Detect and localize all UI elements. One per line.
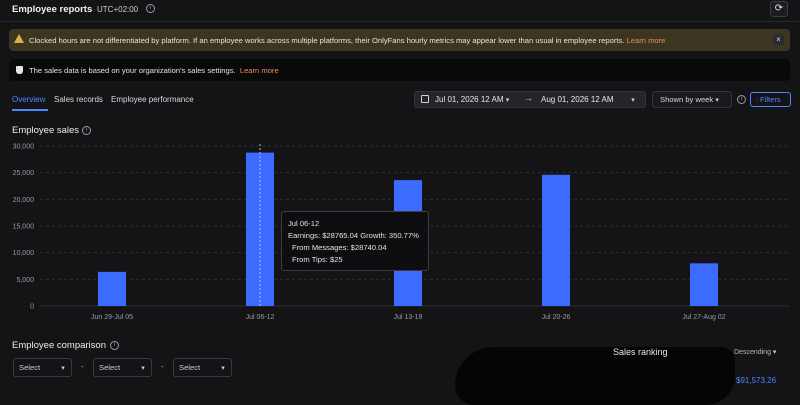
y-tick-label: 5,000 <box>16 277 34 284</box>
employee-select-3-value: Select ▾ <box>179 363 225 372</box>
employee-select-1-label: Select <box>19 363 41 372</box>
refresh-icon: ⟳ <box>774 3 784 14</box>
chart-bar[interactable] <box>542 174 570 306</box>
info-text: The sales data is based on your organiza… <box>29 66 279 75</box>
date-from-value: Jul 01, 2026 12 AM <box>435 95 504 104</box>
chevron-down-icon: ▾ <box>505 97 510 104</box>
chart-bar[interactable] <box>98 271 126 306</box>
date-from[interactable]: Jul 01, 2026 12 AM ▾ <box>435 95 509 104</box>
chevron-down-icon: ▾ <box>631 97 635 104</box>
chart-bar[interactable] <box>690 263 718 306</box>
grouping-select-value: Shown by week ▾ <box>660 95 719 104</box>
y-tick-label: 0 <box>30 304 34 311</box>
x-tick-label: Jul 20-26 <box>542 314 571 321</box>
ranking-top-value: $91,573.26 <box>736 376 777 385</box>
chevron-down-icon: ▾ <box>715 97 719 104</box>
filters-label: Filters <box>760 95 781 104</box>
employee-select-2-label: Select <box>99 363 121 372</box>
separator: - <box>161 362 164 371</box>
info-learn-more-link[interactable]: Learn more <box>240 66 279 75</box>
tooltip-messages: From Messages: $28740.04 <box>292 243 387 252</box>
tab-sales-records[interactable]: Sales records <box>54 95 103 104</box>
sales-ranking-title: Sales ranking <box>613 347 668 357</box>
info-icon[interactable]: i <box>146 4 155 13</box>
x-tick-label: Jun 29-Jul 05 <box>91 314 133 321</box>
page-title: Employee reports <box>12 4 93 15</box>
y-tick-label: 10,000 <box>13 250 35 257</box>
info-message: The sales data is based on your organiza… <box>29 66 236 75</box>
y-tick-label: 15,000 <box>13 224 35 231</box>
employee-sales-title: Employee sales <box>12 125 80 136</box>
tooltip-title: Jul 06-12 <box>288 219 320 228</box>
grouping-label: Shown by week <box>660 95 714 104</box>
refresh-button[interactable]: ⟳ <box>770 1 788 17</box>
y-tick-label: 20,000 <box>13 197 35 204</box>
timezone-label: UTC+02:00 <box>97 5 139 14</box>
ranking-sort-select[interactable]: Descending ▾ <box>734 348 776 356</box>
tab-employee-performance[interactable]: Employee performance <box>111 95 194 104</box>
calendar-icon <box>421 95 429 103</box>
x-tick-label: Jul 06-12 <box>246 314 275 321</box>
info-icon[interactable]: i <box>110 341 119 350</box>
filter-icon: ⫶ <box>756 95 758 104</box>
warning-learn-more-link[interactable]: Learn more <box>627 36 666 45</box>
chevron-down-icon: ▾ <box>61 365 65 372</box>
redacted-area <box>455 347 735 405</box>
warning-icon <box>14 34 24 43</box>
separator: - <box>81 362 84 371</box>
employee-comparison-title: Employee comparison <box>12 340 106 351</box>
y-tick-label: 30,000 <box>13 144 35 151</box>
tooltip-tips: From Tips: $25 <box>292 255 343 264</box>
chevron-down-icon: ▾ <box>772 349 777 356</box>
tooltip-earnings: Earnings: $28765.04 Growth: 350.77% <box>288 231 419 240</box>
active-tab-indicator <box>12 109 48 111</box>
tab-overview[interactable]: Overview <box>12 95 45 104</box>
employee-select-3-label: Select <box>179 363 201 372</box>
employee-select-1-value: Select ▾ <box>19 363 65 372</box>
date-to-value: Aug 01, 2026 12 AM <box>541 95 614 104</box>
shield-icon <box>16 66 23 74</box>
filters-button[interactable]: ⫶ Filters <box>750 92 791 107</box>
info-icon[interactable]: i <box>82 126 91 135</box>
header-divider <box>0 21 800 22</box>
info-icon[interactable]: i <box>737 95 746 104</box>
employee-select-2-value: Select ▾ <box>99 363 145 372</box>
warning-message: Clocked hours are not differentiated by … <box>29 36 625 45</box>
y-tick-label: 25,000 <box>13 170 35 177</box>
x-tick-label: Jul 13-19 <box>394 314 423 321</box>
ranking-sort-label: Descending <box>734 349 771 356</box>
x-axis-ticks: Jun 29-Jul 05 Jul 06-12 Jul 13-19 Jul 20-26… <box>91 314 726 321</box>
arrow-right-icon: → <box>524 93 533 103</box>
x-tick-label: Jul 27-Aug 02 <box>682 314 725 321</box>
date-to[interactable]: Aug 01, 2026 12 AM ▾ <box>541 95 635 104</box>
close-icon[interactable]: × <box>773 34 784 45</box>
chevron-down-icon: ▾ <box>221 365 225 372</box>
y-axis-ticks: 0 5,000 10,000 15,000 20,000 25,000 30,000 <box>13 144 35 311</box>
chevron-down-icon: ▾ <box>141 365 145 372</box>
warning-text: Clocked hours are not differentiated by … <box>29 36 665 45</box>
